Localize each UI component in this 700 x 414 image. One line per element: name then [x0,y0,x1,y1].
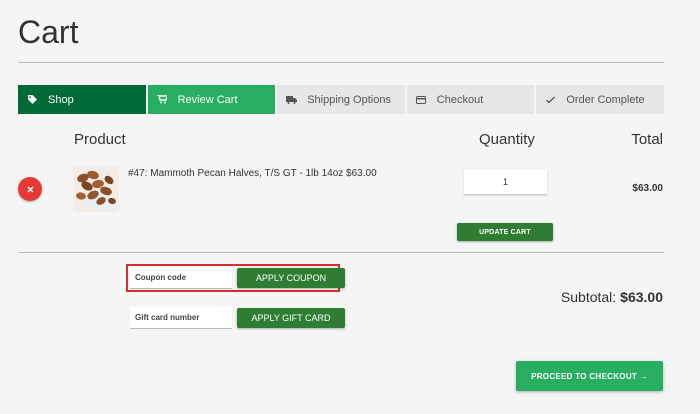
cart-page: Cart Shop Review Cart Shipping Options C… [0,0,700,414]
gift-card-input[interactable] [130,307,232,329]
step-label: Review Cart [177,93,238,106]
card-icon [415,94,427,106]
subtotal-label: Subtotal: [560,289,617,305]
step-label: Shipping Options [307,93,391,106]
apply-gift-card-button[interactable]: APPLY GIFT CARD [237,308,345,328]
title-divider [18,62,664,63]
section-divider [18,252,664,253]
tag-icon [26,94,38,106]
gift-card-row: APPLY GIFT CARD [130,307,345,329]
step-label: Shop [48,93,74,106]
close-icon [27,186,33,192]
step-order-complete[interactable]: Order Complete [536,85,664,114]
step-shop[interactable]: Shop [18,85,146,114]
page-title: Cart [18,14,79,50]
cart-icon [156,94,168,106]
step-review-cart[interactable]: Review Cart [147,85,276,114]
product-name[interactable]: #47: Mammoth Pecan Halves, T/S GT - 1lb … [128,168,377,179]
truck-icon [285,94,297,106]
subtotal-amount: $63.00 [620,289,663,305]
step-shipping-options[interactable]: Shipping Options [277,85,405,114]
product-column-header: Product [74,131,126,148]
quantity-column-header: Quantity [479,131,535,148]
apply-coupon-button[interactable]: APPLY COUPON [237,268,345,288]
remove-item-button[interactable] [18,177,42,201]
pecan-image [73,166,119,212]
coupon-code-input[interactable] [130,267,232,289]
total-column-header: Total [631,131,663,148]
coupon-row: APPLY COUPON [130,267,345,289]
line-total: $63.00 [632,183,663,194]
checkout-steps: Shop Review Cart Shipping Options Checko… [18,85,664,114]
step-label: Order Complete [566,93,645,106]
product-thumbnail[interactable] [73,166,119,212]
step-checkout[interactable]: Checkout [406,85,535,114]
subtotal: Subtotal: $63.00 [561,289,663,305]
check-icon [544,94,556,106]
step-label: Checkout [436,93,484,106]
quantity-input[interactable] [464,170,547,195]
update-cart-button[interactable]: UPDATE CART [457,223,553,241]
proceed-to-checkout-button[interactable]: PROCEED TO CHECKOUT → [516,361,663,391]
